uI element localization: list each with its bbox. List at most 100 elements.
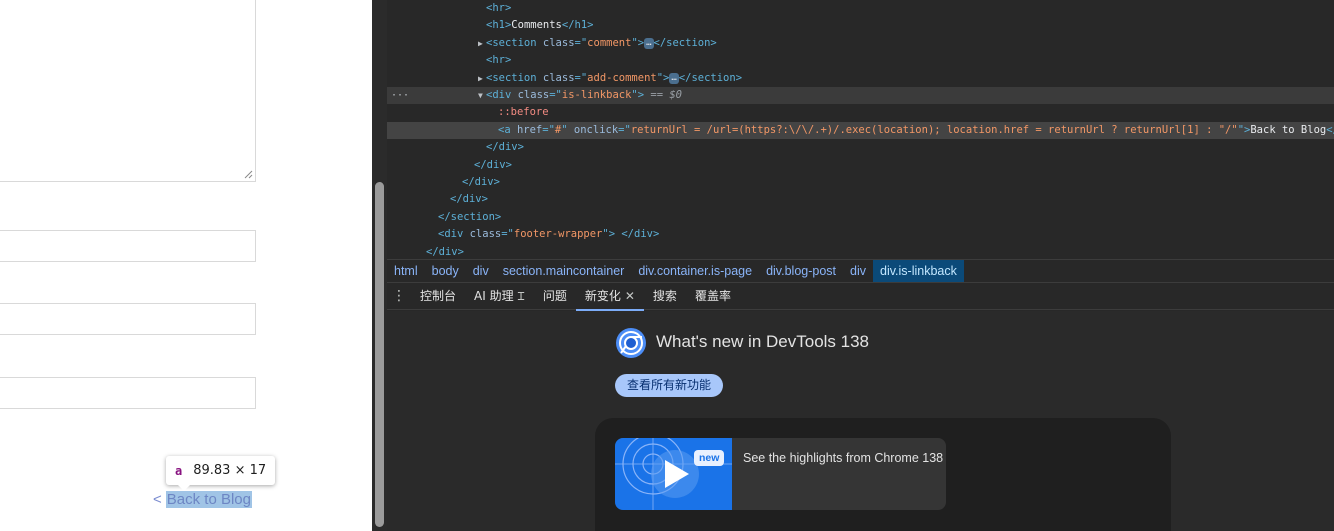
code-token: </div>: [474, 159, 512, 171]
breadcrumb-item[interactable]: div: [466, 260, 496, 282]
expand-right-icon[interactable]: ▶: [478, 70, 486, 87]
code-token: =": [618, 124, 631, 136]
code-token: onclick: [573, 124, 619, 136]
code-token: class: [542, 72, 575, 84]
chrome-logo-icon: [616, 328, 646, 358]
drawer-tab[interactable]: 搜索: [644, 283, 686, 310]
back-link-prefix: <: [153, 491, 162, 508]
devtools-panel: <hr> <h1>Comments</h1> ▶ <section class="co…: [387, 0, 1334, 531]
page-viewport: a 89.83 × 17 < Back to Blog: [0, 0, 372, 531]
code-token: ">: [1237, 124, 1251, 136]
play-icon[interactable]: [615, 438, 732, 510]
expand-right-icon[interactable]: ▶: [478, 35, 486, 52]
dom-tree-line[interactable]: </section>: [387, 209, 1334, 226]
code-token: ">: [631, 89, 645, 101]
code-token: Comments: [511, 19, 562, 31]
new-badge: new: [694, 450, 725, 466]
node-options-icon[interactable]: ···: [391, 87, 409, 104]
code-token: footer-wrapper: [513, 228, 603, 240]
elements-tree[interactable]: <hr> <h1>Comments</h1> ▶ <section class="co…: [387, 0, 1334, 259]
code-token: Back to Blog: [1250, 124, 1327, 136]
dom-tree-line[interactable]: </div>: [387, 191, 1334, 208]
breadcrumb-item[interactable]: body: [425, 260, 466, 282]
code-token: href: [516, 124, 543, 136]
breadcrumb-item[interactable]: div.container.is-page: [631, 260, 759, 282]
breadcrumb-item[interactable]: div.is-linkback: [873, 260, 964, 282]
code-token: ">: [656, 72, 670, 84]
dom-tree-line[interactable]: <hr>: [387, 0, 1334, 17]
tooltip-size: 89.83 × 17: [193, 463, 267, 478]
breadcrumb-item[interactable]: section.maincontainer: [496, 260, 632, 282]
comment-textarea[interactable]: [0, 0, 256, 182]
drawer-tab-label: 问题: [542, 288, 567, 303]
close-tab-icon[interactable]: ✕: [625, 283, 635, 310]
dom-tree-line[interactable]: ::before: [387, 104, 1334, 121]
breadcrumb-item[interactable]: div: [843, 260, 873, 282]
code-token: =": [574, 37, 588, 49]
code-token: class: [542, 37, 575, 49]
code-token: =": [549, 89, 562, 101]
drawer-tab[interactable]: 新变化 ✕: [575, 283, 645, 311]
kebab-menu-icon[interactable]: ⋮: [387, 288, 411, 304]
dom-tree-line[interactable]: <a href="#" onclick="returnUrl = /url=(h…: [387, 122, 1334, 139]
code-token: comment: [587, 37, 632, 49]
breadcrumb: html body div section.maincontainer div.cont…: [387, 259, 1334, 282]
code-token: </div>: [486, 141, 524, 153]
code-token: ">: [631, 37, 645, 49]
email-input[interactable]: [0, 303, 256, 335]
view-all-features-button[interactable]: 查看所有新功能: [615, 374, 724, 397]
dom-tree-line[interactable]: ▶ <section class="comment">… </section>: [387, 35, 1334, 52]
code-token: <a: [498, 124, 517, 136]
code-token: == $0: [644, 89, 683, 101]
drawer-tab-label: 控制台: [420, 288, 457, 303]
back-link-label[interactable]: Back to Blog: [165, 491, 252, 508]
code-token: <hr>: [486, 2, 512, 14]
drawer-tab-label: 覆盖率: [694, 288, 731, 303]
breadcrumb-item[interactable]: div.blog-post: [759, 260, 843, 282]
code-token: "> </div>: [602, 228, 660, 240]
video-thumbnail[interactable]: [615, 438, 732, 510]
code-token: =": [542, 124, 555, 136]
code-token: add-comment: [587, 72, 657, 84]
expand-down-icon[interactable]: ▼: [478, 87, 486, 104]
resize-grip-icon[interactable]: [244, 170, 253, 179]
dom-tree-line[interactable]: </div>: [387, 157, 1334, 174]
code-token: is-linkback: [561, 89, 632, 101]
code-token: <section: [486, 72, 543, 84]
dom-tree-line[interactable]: </div>: [387, 139, 1334, 156]
video-card[interactable]: new See the highlights from Chrome 138: [615, 438, 946, 510]
page-scrollbar-thumb[interactable]: [375, 182, 384, 527]
collapsed-children-button[interactable]: …: [644, 38, 654, 49]
code-token: </section>: [438, 211, 502, 223]
breadcrumb-item[interactable]: html: [387, 260, 425, 282]
drawer-tab-label: 新变化: [584, 288, 621, 303]
dom-tree-line[interactable]: </div>: [387, 174, 1334, 191]
code-token: class: [517, 89, 550, 101]
dom-tree-line[interactable]: ··· ▼ <div class="is-linkback"> == $0: [387, 87, 1334, 104]
video-caption: See the highlights from Chrome 138: [743, 451, 944, 465]
dom-tree-line[interactable]: ▶ <section class="add-comment">… </section…: [387, 70, 1334, 87]
website-input[interactable]: [0, 377, 256, 409]
code-token: =": [501, 228, 514, 240]
code-token: </div>: [462, 176, 500, 188]
drawer-tab[interactable]: AI 助理 Ꮖ: [465, 283, 534, 310]
code-token: <div: [438, 228, 470, 240]
whats-new-title: What's new in DevTools 138: [656, 332, 870, 351]
collapsed-children-button[interactable]: …: [669, 73, 679, 84]
back-to-blog-link[interactable]: < Back to Blog: [153, 491, 252, 508]
drawer-tab-bar: ⋮ 控制台 AI 助理 Ꮖ 问题 新变化 ✕ 搜索 覆盖率: [387, 282, 1334, 311]
drawer-tab-label: 搜索: [652, 288, 677, 303]
dom-tree-line[interactable]: <hr>: [387, 52, 1334, 69]
drawer-tab[interactable]: 问题: [534, 283, 576, 310]
dom-tree-line[interactable]: <h1>Comments</h1>: [387, 17, 1334, 34]
drawer-tab[interactable]: 覆盖率: [686, 283, 740, 310]
code-token: ": [561, 124, 574, 136]
code-token: ::before: [498, 106, 549, 118]
name-input[interactable]: [0, 230, 256, 262]
drawer-tab[interactable]: 控制台: [411, 283, 465, 310]
code-token: </div>: [450, 193, 488, 205]
inspect-tooltip: a 89.83 × 17: [166, 456, 276, 491]
whats-new-panel: What's new in DevTools 138 查看所有新功能 new S…: [387, 311, 1334, 531]
dom-tree-line[interactable]: <div class="footer-wrapper"> </div>: [387, 226, 1334, 243]
code-token: </div>: [426, 246, 464, 258]
